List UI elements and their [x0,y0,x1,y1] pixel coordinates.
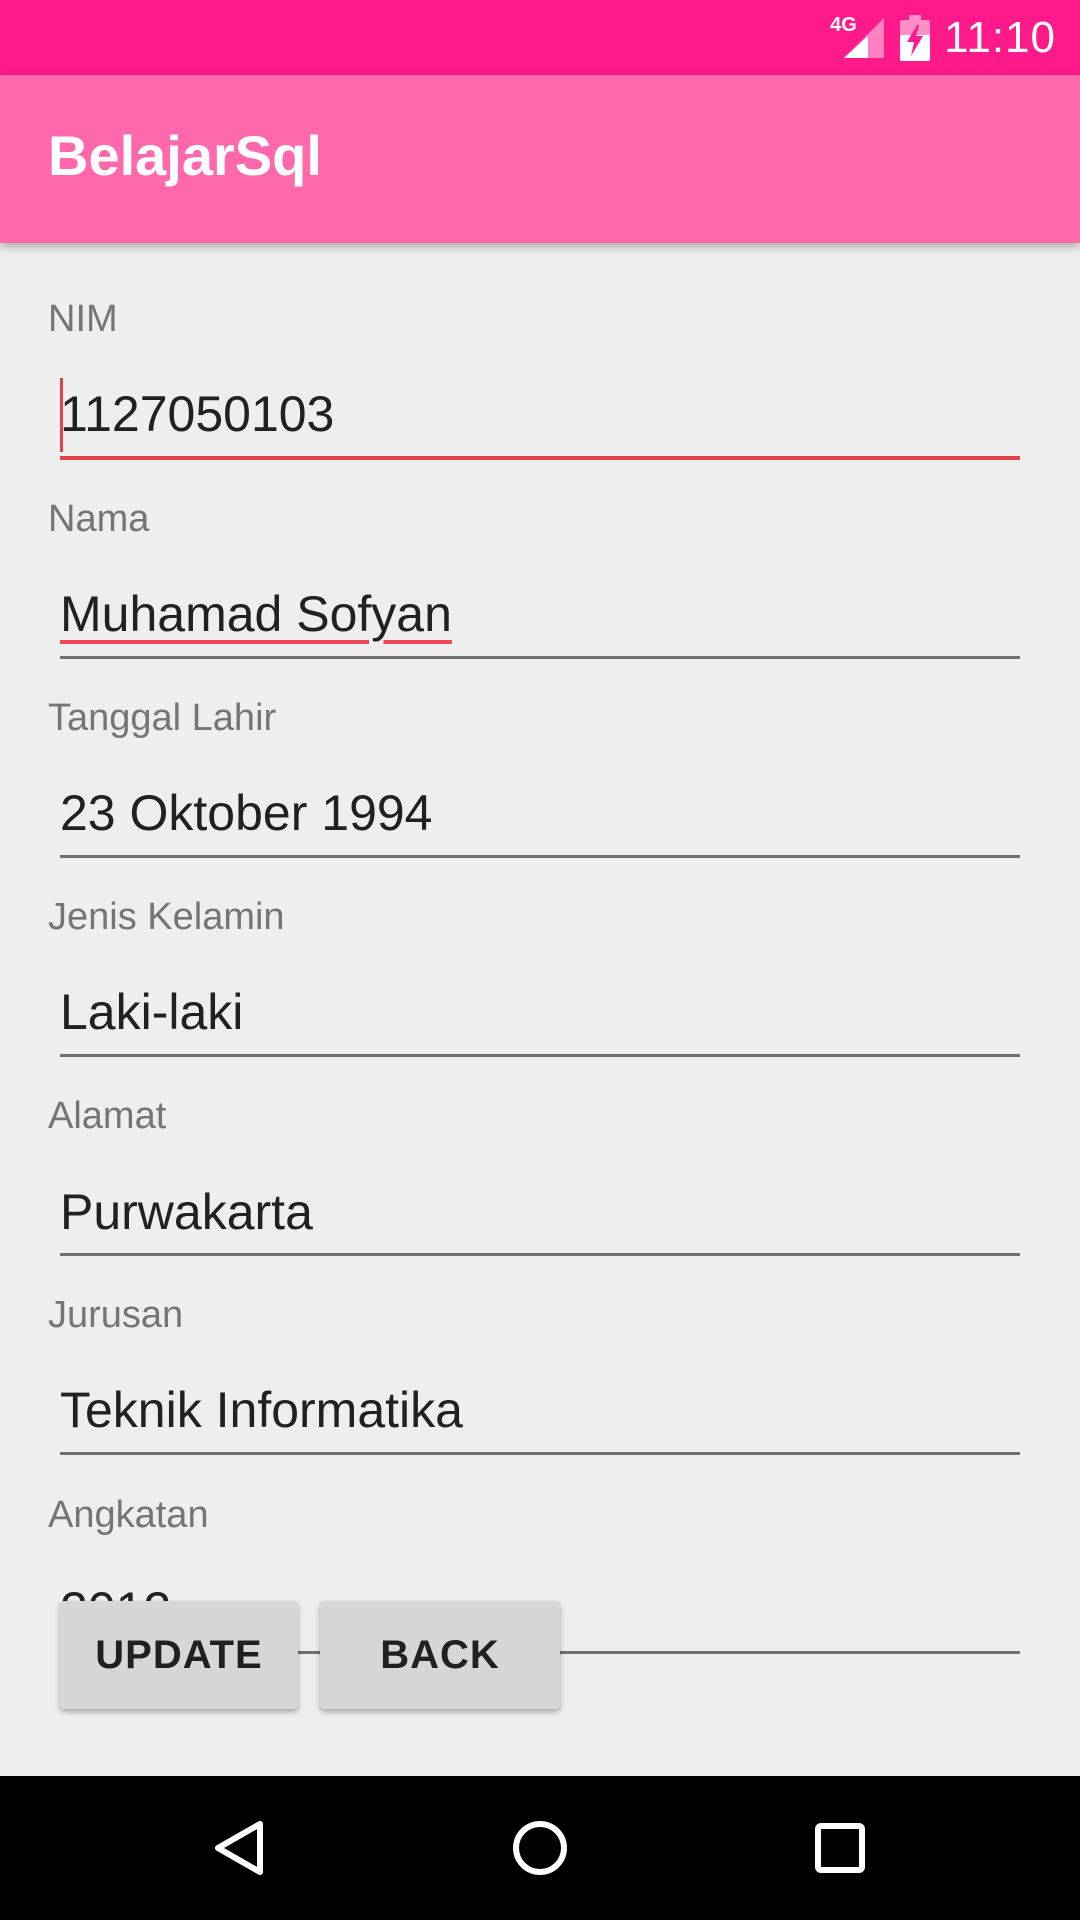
alamat-label: Alamat [48,1095,167,1137]
alamat-input[interactable]: Purwakarta [60,1183,313,1241]
tanggal-lahir-input[interactable]: 23 Oktober 1994 [60,784,433,842]
app-bar: BelajarSql [0,75,1080,243]
update-button[interactable]: UPDATE [60,1601,298,1709]
alamat-input-underline [60,1253,1020,1256]
angkatan-label: Angkatan [48,1494,209,1536]
signal-icon: 4G [830,14,886,60]
tanggal-lahir-label: Tanggal Lahir [48,697,277,739]
jurusan-label: Jurusan [48,1294,184,1336]
home-icon[interactable] [504,1812,576,1884]
jurusan-input-underline [60,1452,1020,1455]
form-scroll-area[interactable]: NIM 1127050103 Nama Muhamad Sofyan Tangg… [0,243,1080,1776]
status-bar: 4G 11:10 [0,0,1080,75]
app-title: BelajarSql [48,124,322,187]
clock: 11:10 [944,12,1056,62]
nama-input[interactable]: Muhamad Sofyan [60,585,452,643]
jurusan-input[interactable]: Teknik Informatika [60,1381,463,1439]
tanggal-lahir-input-underline [60,855,1020,858]
nim-input[interactable]: 1127050103 [60,385,334,443]
jenis-kelamin-input[interactable]: Laki-laki [60,983,243,1041]
battery-charging-icon [900,14,931,61]
jenis-kelamin-label: Jenis Kelamin [48,896,285,938]
nama-label: Nama [48,498,150,540]
back-button[interactable]: BACK [320,1601,560,1709]
back-icon[interactable] [204,1812,276,1884]
recents-icon[interactable] [804,1812,876,1884]
navigation-bar [0,1776,1080,1920]
nim-input-underline [60,456,1020,460]
nim-label: NIM [48,298,118,340]
nama-input-underline [60,656,1020,659]
jenis-kelamin-input-underline [60,1054,1020,1057]
